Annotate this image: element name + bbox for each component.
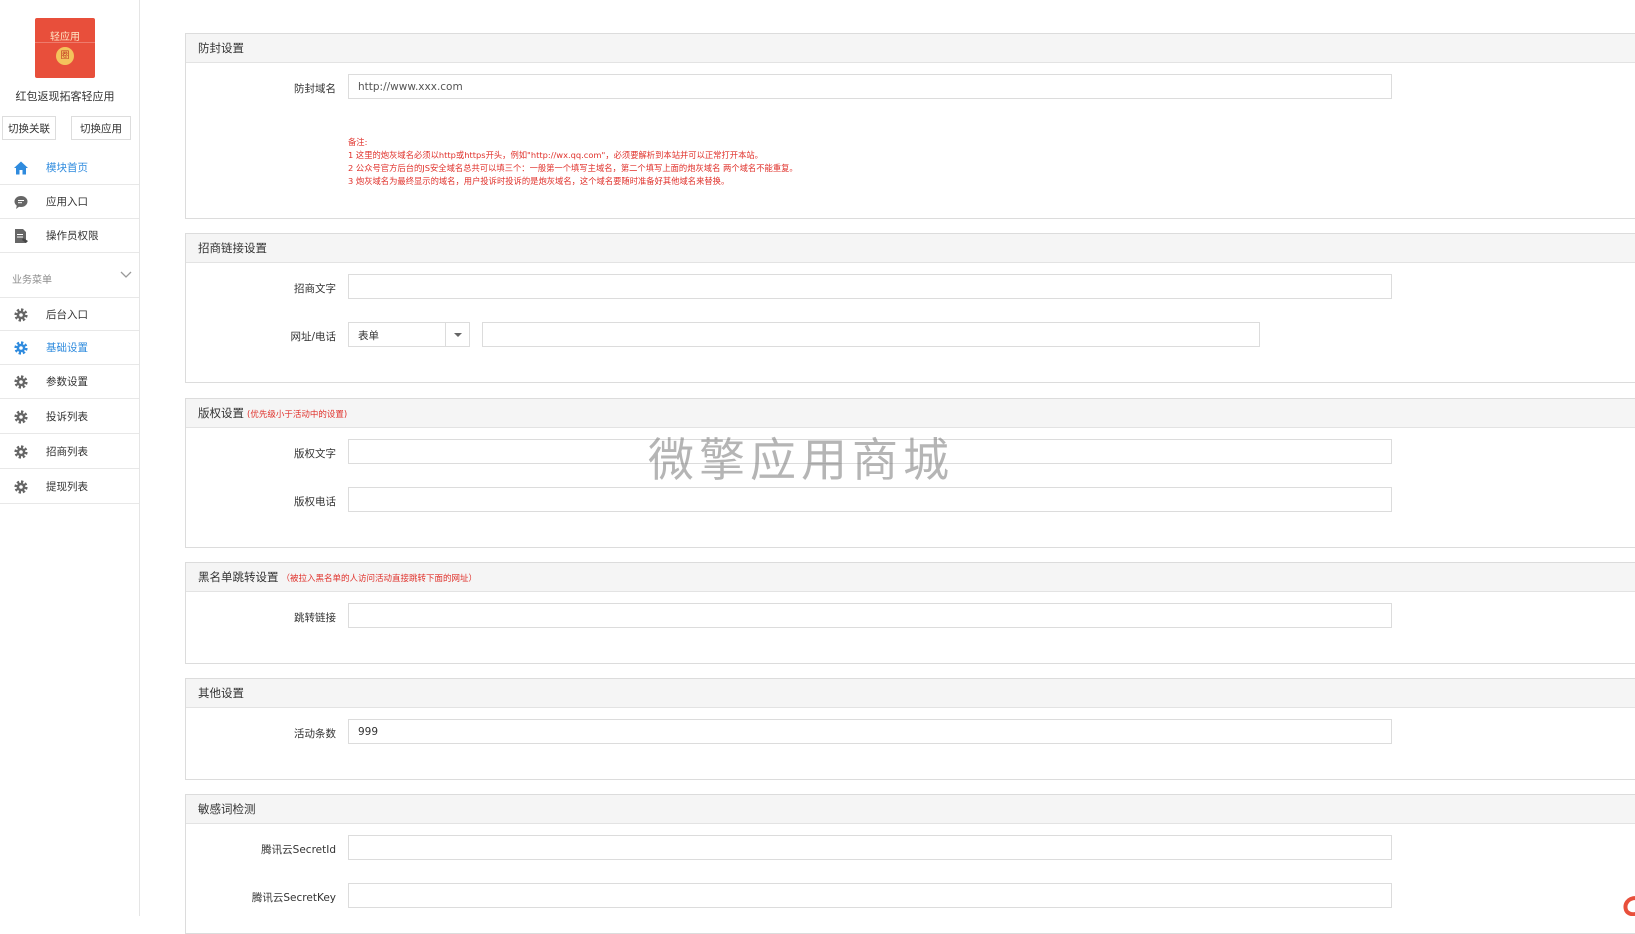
secret-id-input[interactable] <box>348 835 1392 860</box>
app-name: 红包返现拓客轻应用 <box>15 90 115 103</box>
activity-count-input[interactable] <box>348 719 1392 744</box>
nav-item-backend-entry[interactable]: 后台入口 <box>0 297 139 331</box>
anti-block-panel: 防封设置 防封域名 备注: 1 这里的炮灰域名必须以http或https开头，例… <box>185 33 1635 219</box>
secret-key-label: 腾讯云SecretKey <box>251 892 336 904</box>
corner-widget-icon[interactable] <box>1622 896 1635 916</box>
copyright-phone-input[interactable] <box>348 487 1392 512</box>
caret-down-icon <box>454 333 462 337</box>
redirect-link-input[interactable] <box>348 603 1392 628</box>
secret-id-label: 腾讯云SecretId <box>261 844 336 856</box>
blacklist-panel: 黑名单跳转设置 （被拉入黑名单的人访问活动直接跳转下面的网址） 跳转链接 <box>185 562 1635 664</box>
sensitive-words-panel: 敏感词检测 腾讯云SecretId 腾讯云SecretKey <box>185 794 1635 934</box>
home-icon <box>14 161 28 175</box>
redirect-link-label: 跳转链接 <box>294 612 336 624</box>
document-icon <box>15 229 28 243</box>
nav-label-backend-entry: 后台入口 <box>46 309 88 321</box>
url-type-selected: 表单 <box>358 330 379 342</box>
gear-icon <box>14 375 28 389</box>
copyright-phone-label: 版权电话 <box>294 496 336 508</box>
business-menu-title: 业务菜单 <box>12 275 52 286</box>
domain-notes: 备注: 1 这里的炮灰域名必须以http或https开头，例如"http://w… <box>348 136 798 188</box>
select-divider <box>445 323 446 346</box>
nav-item-invite-list[interactable]: 招商列表 <box>0 435 139 469</box>
nav-label-basic-settings: 基础设置 <box>46 342 88 354</box>
invite-text-label: 招商文字 <box>294 283 336 295</box>
panel-title-other: 其他设置 <box>186 679 1635 708</box>
nav-label-operator-permissions: 操作员权限 <box>46 230 99 242</box>
nav-item-operator-permissions[interactable]: 操作员权限 <box>0 219 139 253</box>
panel-title-anti-block: 防封设置 <box>186 34 1635 63</box>
other-settings-panel: 其他设置 活动条数 <box>185 678 1635 780</box>
activity-count-label: 活动条数 <box>294 728 336 740</box>
note-line: 备注: <box>348 137 368 147</box>
invite-link-panel: 招商链接设置 招商文字 网址/电话 表单 <box>185 233 1635 383</box>
sidebar: 轻应用 圈 红包返现拓客轻应用 切换关联 切换应用 模块首页 应用入口 操作员权… <box>0 0 140 916</box>
chat-icon <box>14 196 28 209</box>
nav-label-module-home: 模块首页 <box>46 162 88 174</box>
nav-item-complaint-list[interactable]: 投诉列表 <box>0 400 139 434</box>
nav-label-complaint-list: 投诉列表 <box>46 411 88 423</box>
note-line: 1 这里的炮灰域名必须以http或https开头，例如"http://wx.qq… <box>348 150 763 160</box>
copyright-title: 版权设置 <box>198 406 244 420</box>
note-line: 3 炮灰域名为最终显示的域名，用户投诉时投诉的是炮灰域名，这个域名要随时准备好其… <box>348 176 730 186</box>
logo-badge: 圈 <box>56 47 74 65</box>
app-logo: 轻应用 圈 <box>35 18 95 78</box>
url-type-select[interactable]: 表单 <box>348 322 470 347</box>
gear-icon <box>14 480 28 494</box>
note-line: 2 公众号官方后台的JS安全域名总共可以填三个：一般第一个填写主域名，第二个填写… <box>348 163 798 173</box>
gear-icon <box>14 308 28 322</box>
url-phone-label: 网址/电话 <box>290 331 336 343</box>
copyright-hint: (优先级小于活动中的设置) <box>247 410 348 420</box>
nav-item-app-entry[interactable]: 应用入口 <box>0 185 139 219</box>
panel-title-blacklist: 黑名单跳转设置 （被拉入黑名单的人访问活动直接跳转下面的网址） <box>186 563 1635 592</box>
logo-text: 轻应用 <box>50 32 80 43</box>
invite-text-input[interactable] <box>348 274 1392 299</box>
nav-label-invite-list: 招商列表 <box>46 446 88 458</box>
panel-title-invite: 招商链接设置 <box>186 234 1635 263</box>
domain-input[interactable] <box>348 74 1392 99</box>
switch-relation-button[interactable]: 切换关联 <box>2 116 56 140</box>
nav-label-withdraw-list: 提现列表 <box>46 481 88 493</box>
gear-icon <box>14 445 28 459</box>
switch-app-button[interactable]: 切换应用 <box>71 116 131 140</box>
domain-label: 防封域名 <box>294 83 336 95</box>
copyright-text-label: 版权文字 <box>294 448 336 460</box>
chevron-down-icon[interactable] <box>120 270 132 280</box>
gear-icon <box>14 341 28 355</box>
blacklist-hint: （被拉入黑名单的人访问活动直接跳转下面的网址） <box>281 574 478 584</box>
nav-item-basic-settings[interactable]: 基础设置 <box>0 331 139 365</box>
blacklist-title: 黑名单跳转设置 <box>198 570 279 584</box>
nav-item-module-home[interactable]: 模块首页 <box>0 151 139 185</box>
nav-item-withdraw-list[interactable]: 提现列表 <box>0 470 139 504</box>
url-phone-input[interactable] <box>482 322 1260 347</box>
nav-item-param-settings[interactable]: 参数设置 <box>0 365 139 399</box>
secret-key-input[interactable] <box>348 883 1392 908</box>
nav-label-app-entry: 应用入口 <box>46 196 88 208</box>
gear-icon <box>14 410 28 424</box>
nav-label-param-settings: 参数设置 <box>46 376 88 388</box>
watermark: 微擎应用商城 <box>648 433 954 487</box>
panel-title-sensitive: 敏感词检测 <box>186 795 1635 824</box>
